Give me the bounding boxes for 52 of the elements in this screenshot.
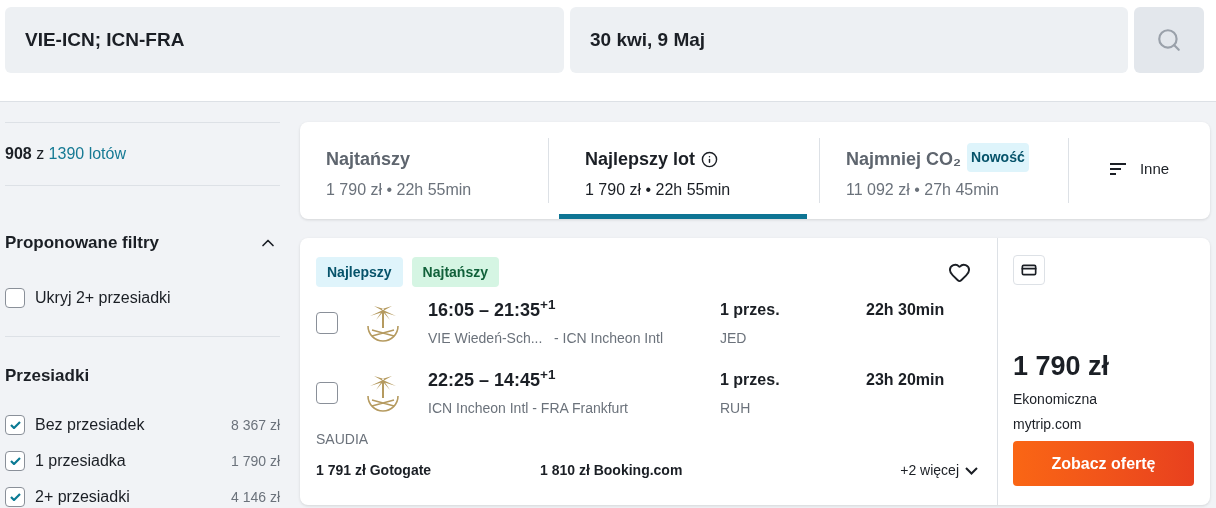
- flight-route: VIE Wiedeń-Sch... - ICN Incheon Intl: [428, 329, 664, 348]
- sort-tab[interactable]: Najlepszy lot 1 790 zł • 22h 55min: [559, 122, 807, 219]
- stopover-airport: RUH: [720, 398, 752, 418]
- flight-times: 16:05 – 21:35$^{+1}$: [428, 297, 557, 322]
- checkbox[interactable]: [316, 312, 338, 334]
- stops-count: 1 przes.: [720, 369, 781, 390]
- filter-price: 4 146 zł: [230, 487, 280, 507]
- checkbox[interactable]: [5, 487, 25, 507]
- sort-tab[interactable]: Najtańszy 1 790 zł • 22h 55min: [300, 122, 548, 219]
- checkbox[interactable]: [316, 382, 338, 404]
- route-field[interactable]: VIE-ICN; ICN-FRA: [5, 7, 564, 73]
- flight-route: ICN Incheon Intl - FRA Frankfurt: [428, 399, 629, 418]
- chevron-down-icon: [965, 466, 978, 475]
- more-offers-button[interactable]: +2 więcej: [900, 460, 978, 481]
- offer-price: 1 790 zł: [1013, 353, 1111, 380]
- other-offer-link[interactable]: 1 810 zł Booking.com: [540, 460, 764, 481]
- sort-tab[interactable]: Najmniej CO₂ Nowość 11 092 zł • 27h 45min: [820, 122, 1068, 219]
- airline-name: SAUDIA: [316, 430, 370, 449]
- flight-duration: 22h 30min: [866, 300, 945, 320]
- check-icon: [9, 421, 21, 429]
- more-sort-button[interactable]: Inne: [1069, 122, 1210, 219]
- new-badge: Nowość: [967, 143, 1029, 172]
- filter-price: 8 367 zł: [230, 415, 280, 435]
- view-offer-button[interactable]: Zobacz ofertę: [1013, 441, 1194, 486]
- filter-label[interactable]: Ukryj 2+ przesiadki: [35, 285, 171, 310]
- result-tag: Najlepszy: [316, 257, 403, 287]
- flight-duration: 23h 20min: [866, 370, 945, 390]
- provider-name: mytrip.com: [1013, 415, 1083, 434]
- stopover-airport: JED: [720, 328, 748, 348]
- filter-label[interactable]: 2+ przesiadki: [35, 485, 221, 508]
- section-heading: Przesiadki: [5, 364, 91, 387]
- flight-times: 22:25 – 14:45$^{+1}$: [428, 367, 557, 392]
- payment-card-icon[interactable]: [1013, 255, 1045, 285]
- section-heading: Proponowane filtry: [5, 232, 159, 254]
- filter-label[interactable]: 1 przesiadka: [35, 449, 221, 473]
- filter-label[interactable]: Bez przesiadek: [35, 413, 221, 437]
- result-tag: Najtańszy: [411, 257, 499, 287]
- filter-price: 1 790 zł: [230, 451, 280, 471]
- other-offer-link[interactable]: 1 791 zł Gotogate: [316, 460, 540, 481]
- results-count: 908 z 1390 lotów: [5, 144, 126, 164]
- checkbox[interactable]: [5, 287, 25, 308]
- check-icon: [9, 457, 21, 465]
- checkbox[interactable]: [5, 451, 25, 471]
- check-icon: [9, 493, 21, 501]
- checkbox[interactable]: [5, 415, 25, 435]
- cabin-class: Ekonomiczna: [1013, 390, 1099, 409]
- total-flights-link[interactable]: 1390 lotów: [48, 145, 126, 162]
- info-icon[interactable]: [701, 151, 719, 168]
- search-icon: [1156, 27, 1182, 53]
- sort-lines-icon: [1109, 161, 1126, 177]
- dates-field[interactable]: 30 kwi, 9 Maj: [570, 7, 1128, 73]
- stops-count: 1 przes.: [720, 299, 781, 320]
